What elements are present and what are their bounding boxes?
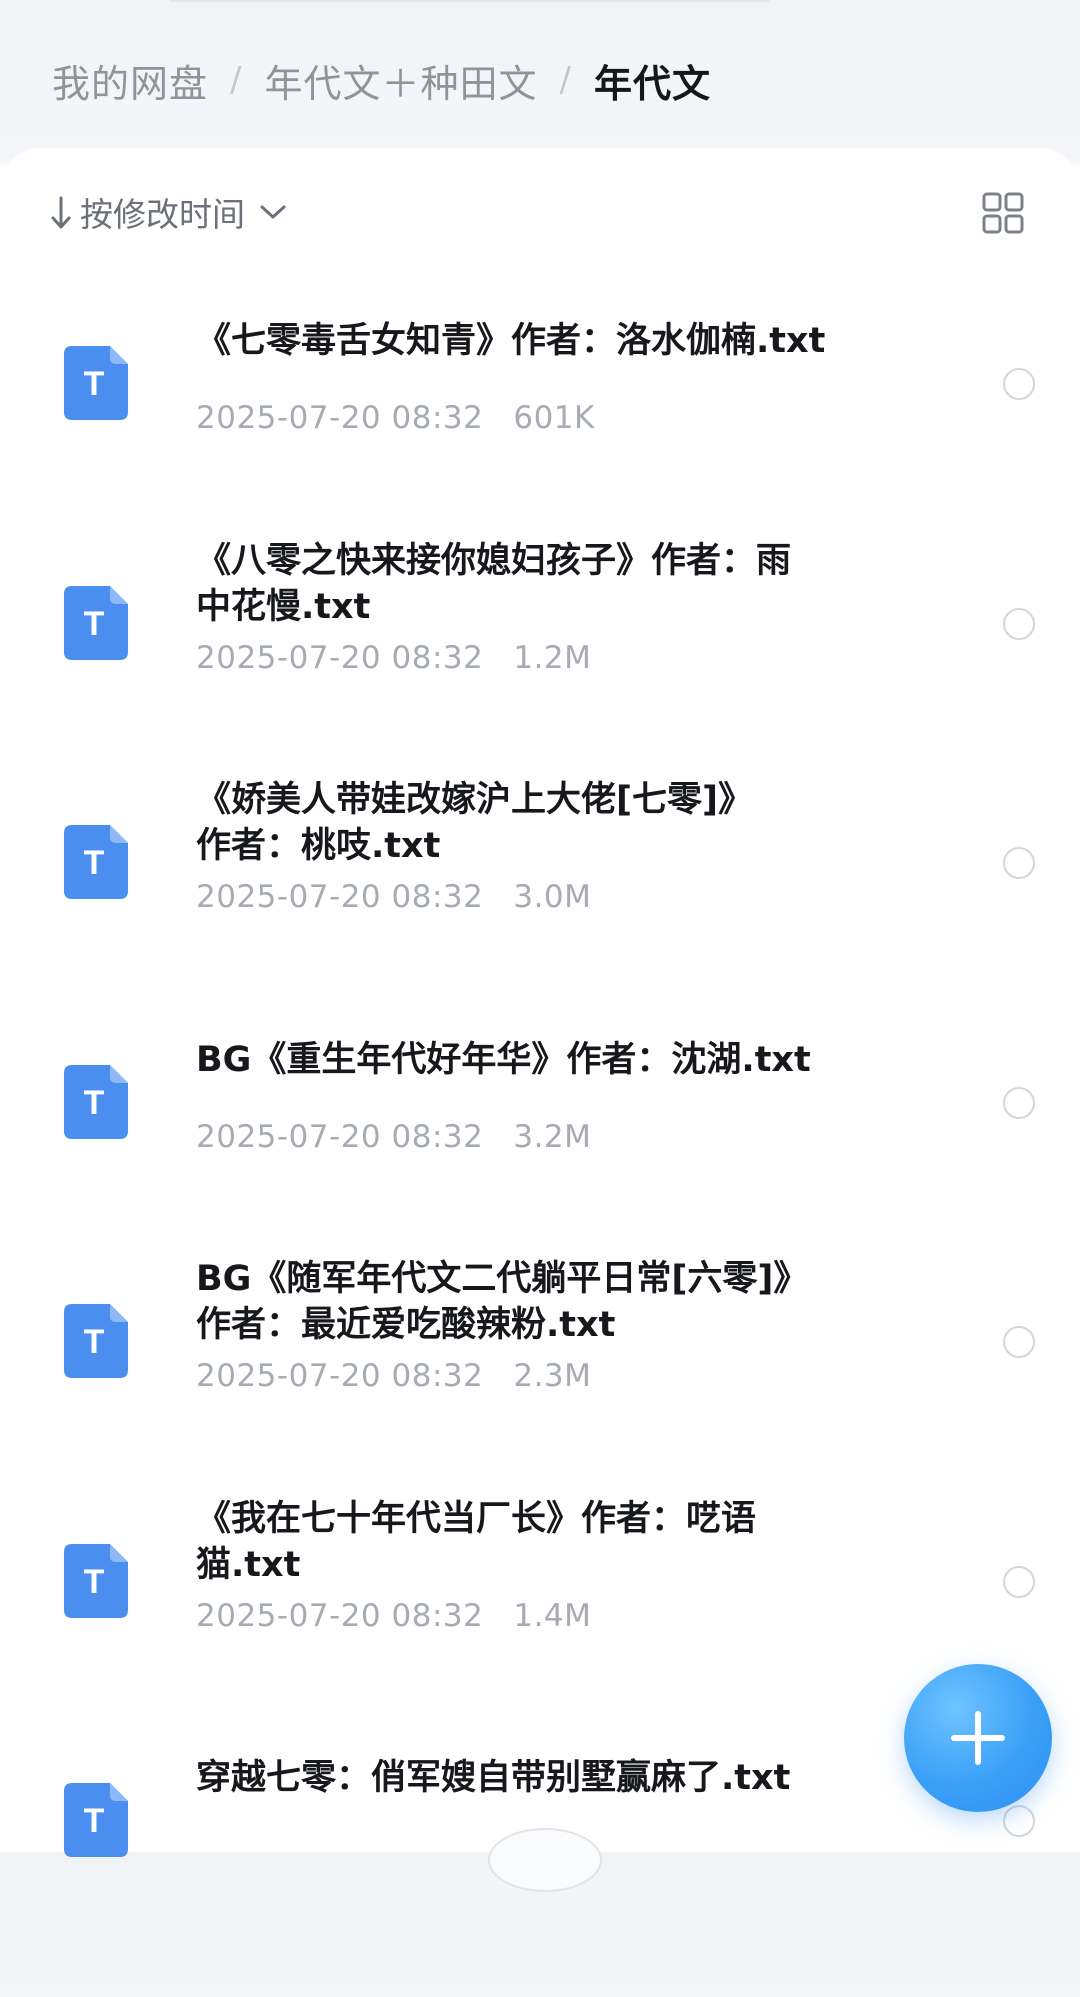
svg-text:T: T — [84, 1563, 105, 1601]
file-row[interactable]: T 《七零毒舌女知青》作者：洛水伽楠.txt 2025-07-20 08:32 601… — [0, 321, 1080, 560]
file-date: 2025-07-20 08:32 — [196, 400, 484, 436]
file-meta: 2025-07-20 08:32 3.2M — [196, 1119, 591, 1155]
file-date: 2025-07-20 08:32 — [196, 879, 484, 915]
breadcrumb-current: 年代文 — [593, 61, 711, 106]
file-name-continued: 作者：最近爱吃酸辣粉.txt — [196, 1305, 616, 1345]
file-size: 2.3M — [513, 1358, 592, 1394]
select-radio[interactable] — [1003, 1805, 1035, 1837]
select-radio[interactable] — [1003, 847, 1035, 879]
text-file-icon: T — [64, 1065, 128, 1139]
file-meta: 2025-07-20 08:32 1.4M — [196, 1598, 591, 1634]
file-name-continued: 猫.txt — [196, 1545, 301, 1585]
file-row[interactable]: T 《八零之快来接你媳妇孩子》作者：雨 中花慢.txt 2025-07-20 08:3… — [0, 541, 1080, 800]
file-row[interactable]: T 《娇美人带娃改嫁沪上大佬[七零]》 作者：桃吱.txt 2025-07-20 08… — [0, 780, 1080, 1039]
file-name: BG《随军年代文二代躺平日常[六零]》 — [196, 1259, 809, 1299]
bottom-indicator — [488, 1828, 602, 1892]
svg-text:T: T — [84, 365, 105, 403]
text-file-icon: T — [64, 1783, 128, 1857]
file-name: 《八零之快来接你媳妇孩子》作者：雨 — [196, 541, 792, 581]
grid-view-icon[interactable] — [982, 192, 1024, 234]
file-meta: 2025-07-20 08:32 601K — [196, 400, 595, 436]
svg-text:T: T — [84, 1802, 105, 1840]
file-date: 2025-07-20 08:32 — [196, 1119, 484, 1155]
file-name: 穿越七零：俏军嫂自带别墅赢麻了.txt — [196, 1758, 791, 1798]
svg-text:T: T — [84, 605, 105, 643]
file-name: 《娇美人带娃改嫁沪上大佬[七零]》 — [196, 780, 753, 820]
select-radio[interactable] — [1003, 1566, 1035, 1598]
file-name-continued: 中花慢.txt — [196, 587, 371, 627]
file-date: 2025-07-20 08:32 — [196, 1358, 484, 1394]
select-radio[interactable] — [1003, 1087, 1035, 1119]
select-radio[interactable] — [1003, 608, 1035, 640]
text-file-icon: T — [64, 1304, 128, 1378]
file-size: 601K — [513, 400, 595, 436]
breadcrumb-root[interactable]: 我的网盘 — [52, 53, 208, 108]
file-size: 3.2M — [513, 1119, 592, 1155]
breadcrumb: 我的网盘 / 年代文＋种田文 / 年代文 — [52, 52, 711, 108]
file-meta: 2025-07-20 08:32 2.3M — [196, 1358, 591, 1394]
file-row[interactable]: T BG《随军年代文二代躺平日常[六零]》 作者：最近爱吃酸辣粉.txt 2025-0… — [0, 1259, 1080, 1518]
file-size: 3.0M — [513, 879, 592, 915]
add-button[interactable] — [904, 1664, 1052, 1812]
svg-text:T: T — [84, 1084, 105, 1122]
down-arrow-icon — [51, 196, 71, 229]
select-radio[interactable] — [1003, 368, 1035, 400]
file-size: 1.4M — [513, 1598, 592, 1634]
file-date: 2025-07-20 08:32 — [196, 1598, 484, 1634]
text-file-icon: T — [64, 346, 128, 420]
text-file-icon: T — [64, 825, 128, 899]
svg-text:T: T — [84, 1323, 105, 1361]
file-name-continued: 作者：桃吱.txt — [196, 826, 441, 866]
file-name: 《七零毒舌女知青》作者：洛水伽楠.txt — [196, 321, 826, 361]
sort-button[interactable]: 按修改时间 — [50, 190, 287, 234]
file-date: 2025-07-20 08:32 — [196, 640, 484, 676]
breadcrumb-parent[interactable]: 年代文＋种田文 — [264, 53, 537, 108]
sort-label: 按修改时间 — [80, 195, 245, 234]
file-meta: 2025-07-20 08:32 3.0M — [196, 879, 591, 915]
select-radio[interactable] — [1003, 1326, 1035, 1358]
file-meta: 2025-07-20 08:32 1.2M — [196, 640, 591, 676]
chevron-down-icon — [260, 205, 286, 219]
breadcrumb-separator: / — [559, 60, 572, 100]
top-divider — [170, 0, 770, 2]
breadcrumb-separator: / — [230, 60, 243, 100]
file-name: 《我在七十年代当厂长》作者：呓语 — [196, 1499, 757, 1539]
svg-text:T: T — [84, 844, 105, 882]
file-size: 1.2M — [513, 640, 592, 676]
text-file-icon: T — [64, 1544, 128, 1618]
file-name: BG《重生年代好年华》作者：沈湖.txt — [196, 1040, 811, 1080]
plus-icon — [951, 1711, 1005, 1765]
file-row[interactable]: T BG《重生年代好年华》作者：沈湖.txt 2025-07-20 08:32 3.2… — [0, 1040, 1080, 1279]
text-file-icon: T — [64, 586, 128, 660]
